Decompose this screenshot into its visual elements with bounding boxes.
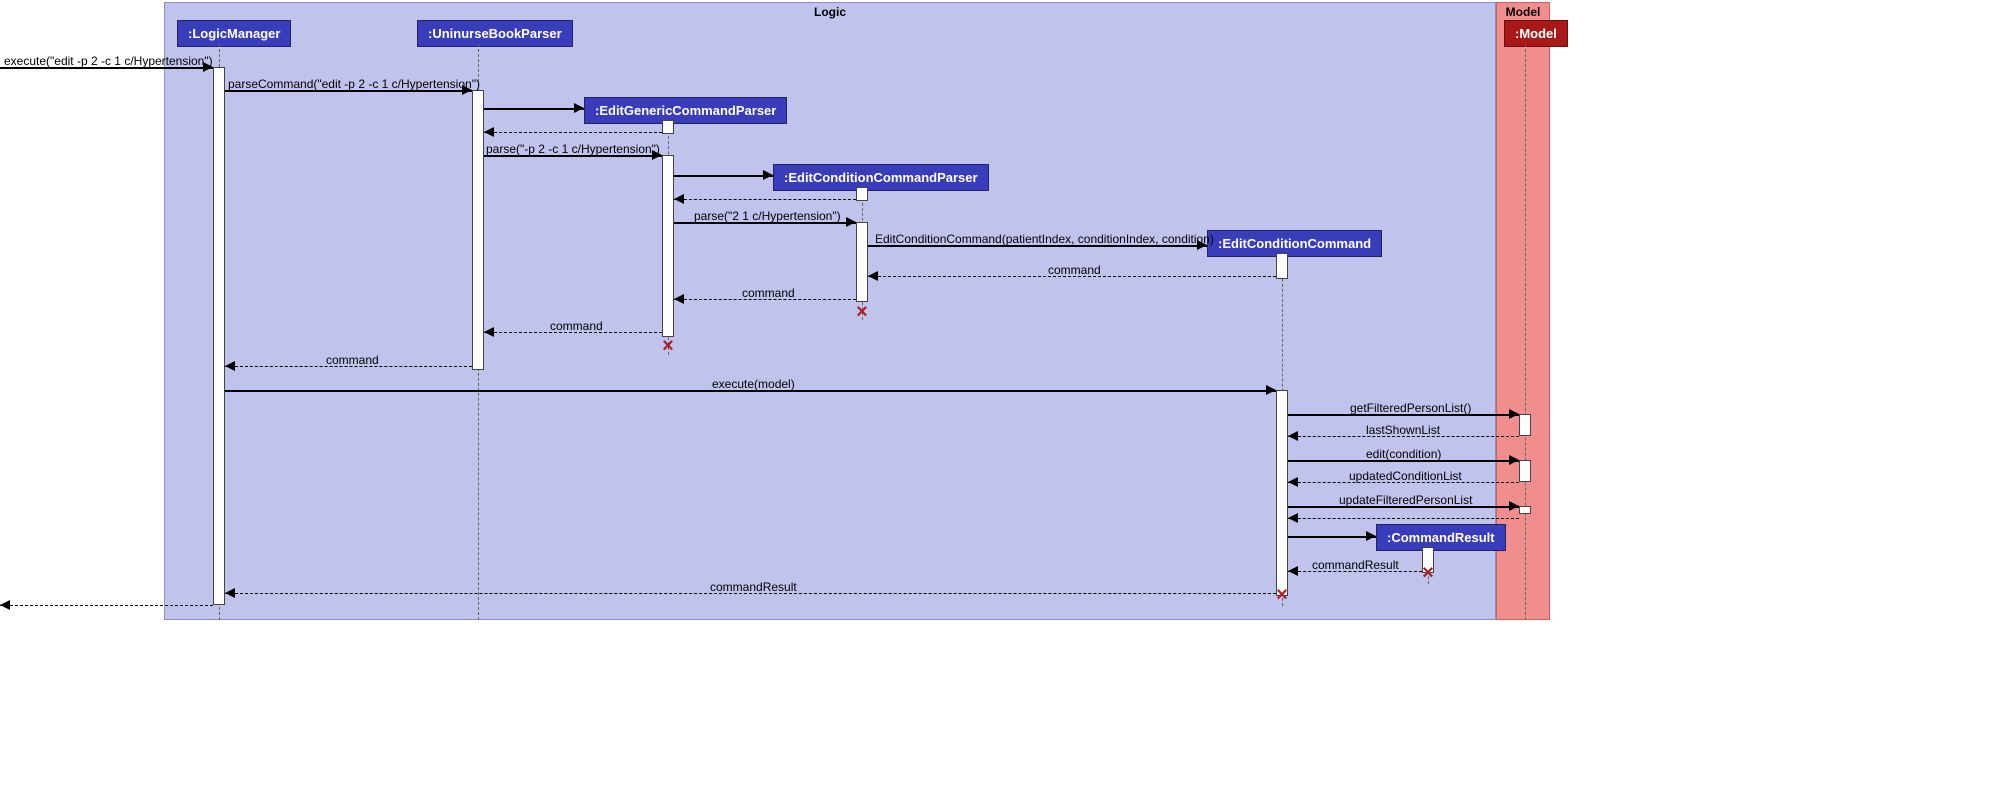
participant-edit-condition-command-parser: :EditConditionCommandParser: [773, 164, 989, 191]
label-m10: execute(model): [712, 377, 795, 391]
destroy-egcp: ×: [660, 338, 676, 354]
label-m13: edit(condition): [1366, 447, 1441, 461]
destroy-cr: ×: [1420, 565, 1436, 581]
label-m14: updatedConditionList: [1349, 469, 1462, 483]
label-m12: lastShownList: [1366, 423, 1440, 437]
arrowhead-m11: [1509, 409, 1519, 419]
label-m17: commandResult: [710, 580, 797, 594]
arrow-create-eccp: [674, 175, 774, 177]
arrowheadl-return-egcp: [484, 127, 494, 137]
arrow-m15r: [1288, 518, 1519, 519]
destroy-ecc: ×: [1274, 587, 1290, 603]
activation-model-1: [1519, 414, 1531, 436]
arrowhead-create-egcp: [574, 103, 584, 113]
arrowheadl-m14: [1288, 477, 1298, 487]
label-m3: parse("-p 2 -c 1 c/Hypertension"): [486, 142, 660, 156]
destroy-eccp: ×: [854, 304, 870, 320]
participant-edit-condition-command: :EditConditionCommand: [1207, 230, 1382, 257]
lifeline-model: [1525, 44, 1526, 620]
activation-edit-generic-parser-create: [662, 120, 674, 134]
arrowheadl-m15r: [1288, 513, 1298, 523]
arrowheadl-m12: [1288, 431, 1298, 441]
participant-edit-generic-command-parser: :EditGenericCommandParser: [584, 97, 787, 124]
label-m9: command: [326, 353, 379, 367]
label-m6: command: [1048, 263, 1101, 277]
activation-edit-condition-command: [1276, 390, 1288, 596]
participant-command-result: :CommandResult: [1376, 524, 1506, 551]
activation-edit-condition-command-create: [1276, 253, 1288, 279]
activation-logic-manager: [213, 67, 225, 605]
arrowheadl-m7: [674, 294, 684, 304]
label-m5: EditConditionCommand(patientIndex, condi…: [875, 232, 1214, 246]
activation-uninurse-book-parser: [472, 90, 484, 370]
arrow-create-cr: [1288, 536, 1376, 538]
logic-frame: Logic: [164, 2, 1496, 620]
arrowhead-create-cr: [1366, 531, 1376, 541]
logic-frame-title: Logic: [165, 5, 1495, 19]
arrow-return-egcp: [484, 132, 662, 133]
arrowheadl-m16: [1288, 566, 1298, 576]
label-m1: execute("edit -p 2 -c 1 c/Hypertension"): [4, 54, 213, 68]
arrowheadl-m8: [484, 327, 494, 337]
arrowheadl-m17: [225, 588, 235, 598]
label-m16: commandResult: [1312, 558, 1399, 572]
arrowheadl-return-out: [0, 600, 10, 610]
participant-uninurse-book-parser: :UninurseBookParser: [417, 20, 573, 47]
activation-model-3: [1519, 506, 1531, 514]
activation-edit-condition-parser: [856, 222, 868, 302]
label-m11: getFilteredPersonList(): [1350, 401, 1471, 415]
label-m4: parse("2 1 c/Hypertension"): [694, 209, 841, 223]
arrowheadl-return-eccp: [674, 194, 684, 204]
arrowhead-m13: [1509, 455, 1519, 465]
arrowheadl-m6: [868, 271, 878, 281]
arrow-return-eccp: [674, 199, 856, 200]
arrow-return-out: [0, 605, 213, 606]
arrowhead-m4: [846, 217, 856, 227]
label-m7: command: [742, 286, 795, 300]
label-m8: command: [550, 319, 603, 333]
model-frame-title: Model: [1497, 5, 1549, 19]
participant-logic-manager: :LogicManager: [177, 20, 291, 47]
activation-edit-generic-parser: [662, 155, 674, 337]
arrow-create-egcp: [484, 108, 584, 110]
participant-model: :Model: [1504, 20, 1568, 47]
activation-edit-condition-parser-create: [856, 187, 868, 201]
arrowhead-m10: [1266, 385, 1276, 395]
arrowhead-m15: [1509, 501, 1519, 511]
label-m2: parseCommand("edit -p 2 -c 1 c/Hypertens…: [228, 77, 480, 91]
activation-model-2: [1519, 460, 1531, 482]
arrowhead-create-eccp: [763, 170, 773, 180]
arrowheadl-m9: [225, 361, 235, 371]
label-m15: updateFilteredPersonList: [1339, 493, 1472, 507]
